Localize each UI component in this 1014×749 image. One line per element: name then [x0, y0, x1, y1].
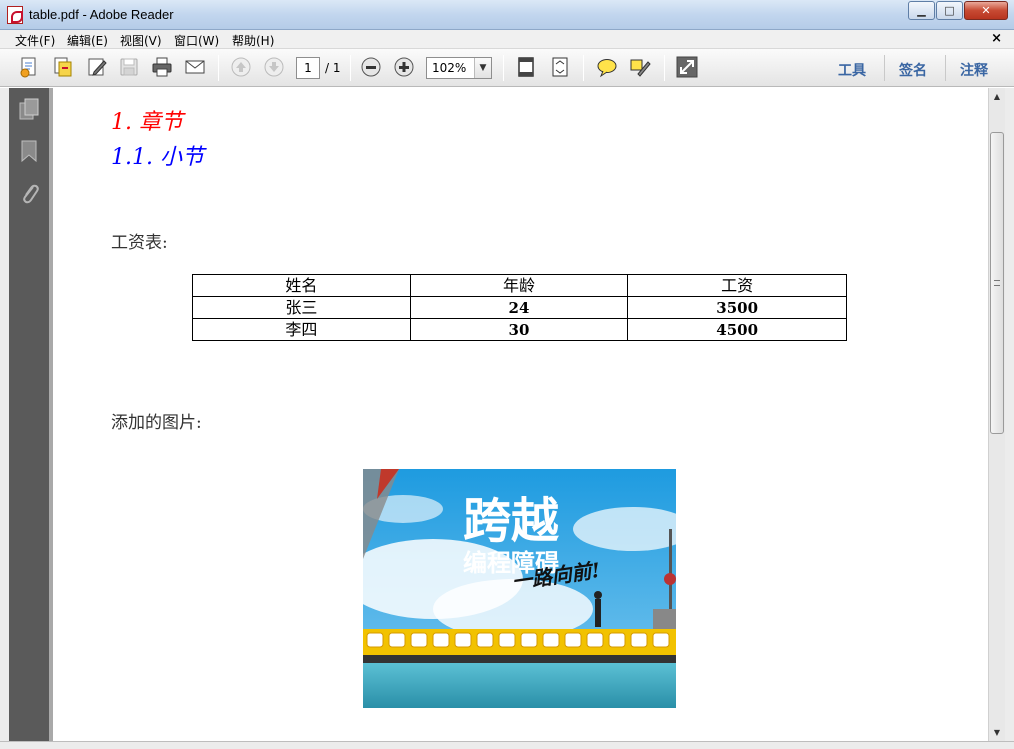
document-page: 1. 章节 1.1. 小节 工资表: 姓名 年龄 工资 张三 24 3500 李… — [53, 88, 988, 741]
chapter-heading: 1. 章节 — [111, 110, 183, 135]
table-header: 姓名 — [192, 274, 411, 297]
window-title: table.pdf - Adobe Reader — [29, 7, 174, 22]
table-header: 年龄 — [409, 274, 629, 297]
menu-edit[interactable]: 编辑(E) — [67, 32, 108, 49]
vertical-scrollbar[interactable]: ▲ ▼ — [988, 88, 1005, 741]
zoom-out-icon[interactable] — [359, 55, 383, 79]
zoom-select[interactable]: 102% ▼ — [426, 57, 492, 79]
pages-icon[interactable] — [16, 96, 42, 122]
fit-width-icon[interactable] — [548, 55, 572, 79]
scroll-thumb[interactable] — [990, 132, 1004, 434]
table-cell-salary: 4500 — [627, 318, 847, 341]
edit-icon[interactable] — [85, 55, 109, 79]
navigation-panel — [9, 88, 49, 741]
menu-file[interactable]: 文件(F) — [15, 32, 55, 49]
fullscreen-icon[interactable] — [675, 55, 699, 79]
salary-table-label: 工资表: — [111, 233, 168, 253]
scroll-up-icon[interactable]: ▲ — [989, 88, 1005, 105]
table-cell-age: 24 — [409, 296, 629, 319]
close-document-button[interactable]: × — [991, 31, 1002, 46]
page-total: / 1 — [325, 61, 341, 75]
comment-pane-button[interactable]: 注释 — [960, 60, 988, 80]
save-icon[interactable] — [117, 55, 141, 79]
zoom-in-icon[interactable] — [392, 55, 416, 79]
section-heading: 1.1. 小节 — [111, 145, 204, 170]
email-icon[interactable] — [183, 55, 207, 79]
table-header: 工资 — [627, 274, 847, 297]
table-cell-name: 张三 — [192, 296, 411, 319]
create-pdf-icon[interactable] — [18, 55, 42, 79]
table-cell-salary: 3500 — [627, 296, 847, 319]
table-row: 张三 24 3500 — [192, 296, 847, 319]
table-cell-name: 李四 — [192, 318, 411, 341]
window-controls: ▁ □ ✕ — [907, 1, 1008, 20]
prev-page-icon[interactable] — [229, 55, 253, 79]
menu-view[interactable]: 视图(V) — [120, 32, 162, 49]
scroll-down-icon[interactable]: ▼ — [989, 724, 1005, 741]
fit-page-icon[interactable] — [514, 55, 538, 79]
toolbar: 1 / 1 102% ▼ 工具 签名 注释 — [0, 49, 1014, 87]
next-page-icon[interactable] — [262, 55, 286, 79]
page-number-input[interactable]: 1 — [296, 57, 320, 79]
tools-pane-button[interactable]: 工具 — [838, 60, 866, 80]
image-label: 添加的图片: — [111, 413, 202, 433]
minimize-button[interactable]: ▁ — [908, 1, 935, 20]
highlight-icon[interactable] — [628, 55, 652, 79]
pdf-file-icon — [7, 6, 23, 24]
zoom-dropdown-icon[interactable]: ▼ — [474, 58, 491, 78]
embedded-image: 跨越 编程障碍 一路向前! — [363, 469, 676, 708]
menu-window[interactable]: 窗口(W) — [174, 32, 219, 49]
comment-icon[interactable] — [595, 55, 619, 79]
banner-title: 跨越 — [463, 493, 560, 549]
maximize-button[interactable]: □ — [936, 1, 963, 20]
zoom-value: 102% — [432, 61, 467, 75]
salary-table: 姓名 年龄 工资 张三 24 3500 李四 30 4500 — [192, 274, 847, 341]
close-button[interactable]: ✕ — [964, 1, 1008, 20]
attachments-icon[interactable] — [16, 181, 42, 207]
menu-help[interactable]: 帮助(H) — [232, 32, 274, 49]
table-header-row: 姓名 年龄 工资 — [192, 274, 847, 297]
table-row: 李四 30 4500 — [192, 318, 847, 341]
print-icon[interactable] — [150, 55, 174, 79]
combine-files-icon[interactable] — [51, 55, 75, 79]
menu-bar: 文件(F) 编辑(E) 视图(V) 窗口(W) 帮助(H) × — [0, 30, 1014, 49]
bookmarks-icon[interactable] — [16, 138, 42, 164]
table-cell-age: 30 — [409, 318, 629, 341]
sign-pane-button[interactable]: 签名 — [899, 60, 927, 80]
title-bar: table.pdf - Adobe Reader ▁ □ ✕ — [0, 0, 1014, 30]
